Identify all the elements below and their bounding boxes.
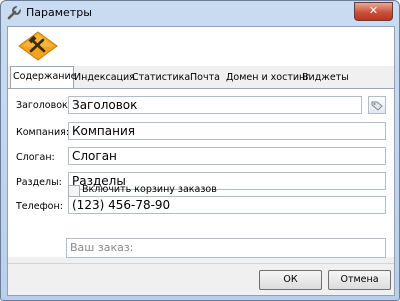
tab-widgets[interactable]: Виджеты	[300, 69, 351, 86]
wrench-icon	[6, 5, 22, 21]
company-input[interactable]: Компания	[68, 122, 386, 140]
cart-checkbox-label[interactable]: Включить корзину заказов	[82, 184, 217, 195]
title-input[interactable]: Заголовок	[68, 96, 362, 114]
ok-button[interactable]: ОК	[259, 270, 322, 290]
phone-input[interactable]: (123) 456-78-90	[68, 196, 386, 214]
tab-strip: Содержание Индексация Статистика Почта Д…	[8, 66, 394, 89]
slogan-input[interactable]: Слоган	[68, 147, 386, 165]
footer-divider	[8, 263, 394, 264]
title-label: Заголовок:	[16, 100, 71, 111]
cart-checkbox[interactable]	[68, 185, 80, 197]
dialog-body: Содержание Индексация Статистика Почта Д…	[7, 26, 395, 296]
content-panel: Заголовок: Заголовок Компания: Компания …	[8, 89, 394, 257]
window-title: Параметры	[26, 6, 92, 19]
tag-picker-button[interactable]	[368, 96, 386, 114]
title-bar[interactable]: Параметры ✕	[1, 1, 399, 25]
order-input[interactable]: Ваш заказ:	[66, 238, 386, 258]
cancel-button[interactable]: Отмена	[328, 270, 391, 290]
tab-indexing[interactable]: Индексация	[72, 69, 137, 86]
tag-icon	[369, 97, 385, 113]
slogan-label: Слоган:	[16, 152, 55, 163]
tab-content[interactable]: Содержание	[10, 66, 77, 88]
tab-mail[interactable]: Почта	[188, 69, 222, 86]
tab-statistics[interactable]: Статистика	[130, 69, 192, 86]
header-area	[8, 27, 394, 66]
tab-domain-hosting[interactable]: Домен и хостинг	[224, 69, 312, 86]
settings-window: Параметры ✕ Содержание Индексация Статис…	[0, 0, 400, 301]
sections-label: Разделы:	[16, 177, 62, 188]
company-label: Компания:	[16, 127, 70, 138]
close-button[interactable]: ✕	[354, 2, 393, 21]
phone-label: Телефон:	[16, 201, 63, 212]
tools-logo-icon	[18, 31, 58, 61]
